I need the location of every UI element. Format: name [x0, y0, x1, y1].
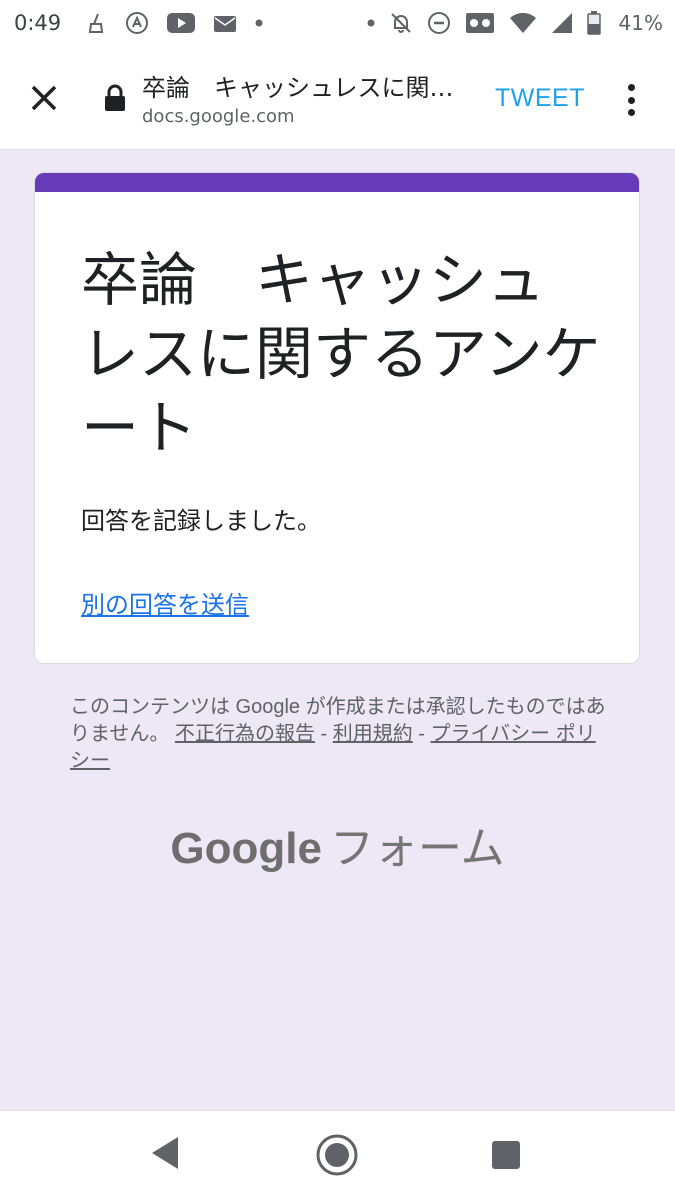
battery-icon [586, 11, 601, 35]
dot-icon [367, 19, 375, 27]
close-button[interactable] [24, 78, 64, 118]
report-abuse-link[interactable]: 不正行為の報告 [175, 723, 315, 745]
page-title: 卒論 キャッシュレスに関するアンケート [142, 74, 472, 102]
google-forms-logo[interactable]: Google フォーム [0, 812, 675, 876]
wifi-icon [509, 12, 537, 34]
status-bar: 0:49 41% [0, 0, 675, 46]
separator: - [412, 723, 431, 745]
form-title: 卒論 キャッシュレスに関するアンケート [81, 246, 601, 462]
navigation-bar [0, 1110, 675, 1200]
more-options-icon[interactable] [616, 80, 646, 120]
disclaimer: このコンテンツは Google が作成または承認したものではありません。 不正行… [70, 694, 615, 775]
confirmation-message: 回答を記録しました。 [81, 507, 321, 535]
page-url: docs.google.com [142, 106, 295, 127]
voicemail-icon [465, 12, 495, 34]
card-accent-bar [35, 173, 639, 192]
browser-toolbar: 卒論 キャッシュレスに関するアンケート docs.google.com TWEE… [0, 46, 675, 150]
submit-another-response-link[interactable]: 別の回答を送信 [81, 585, 249, 620]
google-wordmark: Google [170, 824, 322, 873]
separator: - [314, 723, 333, 745]
close-icon [31, 85, 57, 111]
youtube-icon [167, 13, 196, 33]
broom-icon [85, 12, 107, 34]
dot-icon [255, 19, 263, 27]
forms-wordmark: フォーム [329, 824, 505, 873]
home-icon[interactable] [315, 1133, 359, 1181]
app-circle-icon [125, 11, 149, 35]
signal-icon [551, 12, 573, 34]
mail-icon [213, 12, 237, 34]
form-card: 卒論 キャッシュレスに関するアンケート 回答を記録しました。 別の回答を送信 [34, 172, 640, 664]
recents-icon[interactable] [490, 1139, 522, 1175]
battery-percent: 41% [618, 11, 663, 35]
lock-icon [104, 84, 126, 116]
bell-off-icon [389, 11, 413, 35]
do-not-disturb-icon [427, 11, 451, 35]
status-time: 0:49 [14, 11, 62, 35]
notification-icons [85, 11, 263, 35]
back-icon[interactable] [150, 1135, 182, 1175]
system-icons: 41% [367, 11, 663, 35]
tweet-button[interactable]: TWEET [495, 84, 585, 113]
terms-link[interactable]: 利用規約 [333, 723, 413, 745]
